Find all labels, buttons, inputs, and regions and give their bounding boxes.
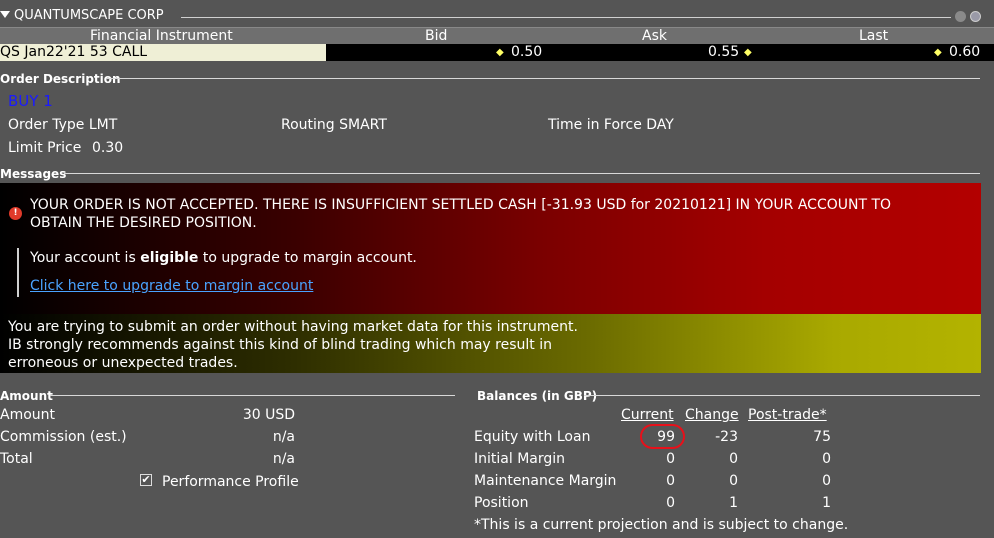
maintenance-margin-current: 0 [666, 473, 675, 489]
bid-tick-icon: ◆ [496, 47, 504, 58]
error-text-line1: YOUR ORDER IS NOT ACCEPTED. THERE IS INS… [30, 197, 892, 213]
amount-header: Amount [0, 389, 53, 403]
close-icon[interactable] [970, 11, 981, 22]
initial-margin-current: 0 [666, 451, 675, 467]
position-current: 0 [666, 495, 675, 511]
limit-price-label: Limit Price [8, 140, 82, 156]
time-in-force: Time in Force DAY [548, 117, 674, 133]
amount-label: Amount [0, 407, 56, 423]
routing: Routing SMART [281, 117, 387, 133]
error-icon: ! [9, 207, 22, 220]
position-change: 1 [729, 495, 738, 511]
upgrade-margin-link[interactable]: Click here to upgrade to margin account [30, 278, 313, 294]
ask-tick-icon: ◆ [744, 47, 752, 58]
settings-icon[interactable] [955, 11, 966, 22]
window-titlebar: QUANTUMSCAPE CORP [0, 7, 994, 27]
order-action: BUY 1 [8, 92, 53, 110]
column-header-bid: Bid [425, 28, 448, 44]
balances-divider [584, 395, 980, 396]
window-title: QUANTUMSCAPE CORP [14, 8, 164, 23]
commission-label: Commission (est.) [0, 429, 127, 445]
eligible-text: Your account is eligible to upgrade to m… [30, 250, 417, 266]
instrument-row[interactable]: QS Jan22'21 53 CALL ◆ 0.50 0.55 ◆ ◆ 0.60 [0, 44, 994, 61]
last-tick-icon: ◆ [934, 47, 942, 58]
balances-footnote: *This is a current projection and is sub… [474, 517, 849, 533]
eligible-bold: eligible [140, 250, 199, 266]
equity-post: 75 [813, 429, 831, 445]
title-divider [181, 17, 951, 18]
balances-column-change[interactable]: Change [685, 407, 739, 423]
instrument-table-header: Financial Instrument Bid Ask Last [0, 27, 994, 44]
highlight-circle [640, 424, 685, 449]
warning-text-line2: IB strongly recommends against this kind… [8, 337, 552, 353]
balances-header: Balances (in GBP) [477, 389, 598, 403]
initial-margin-post: 0 [822, 451, 831, 467]
maintenance-margin-post: 0 [822, 473, 831, 489]
order-type: Order Type LMT [8, 117, 118, 133]
messages-divider [64, 173, 980, 174]
performance-profile-checkbox[interactable]: ✔ [140, 474, 152, 486]
amount-divider [50, 395, 455, 396]
warning-text-line3: erroneous or unexpected trades. [8, 355, 238, 371]
balances-column-post-trade[interactable]: Post-trade* [748, 407, 827, 423]
column-header-last: Last [859, 28, 889, 44]
equity-with-loan-label: Equity with Loan [474, 429, 591, 445]
ask-value: 0.55 [708, 44, 740, 60]
maintenance-margin-label: Maintenance Margin [474, 473, 617, 489]
last-value: 0.60 [949, 44, 981, 60]
equity-change: -23 [715, 429, 738, 445]
warning-text-line1: You are trying to submit an order withou… [8, 319, 578, 335]
instrument-name: QS Jan22'21 53 CALL [0, 44, 148, 60]
eligible-prefix: Your account is [30, 250, 141, 266]
limit-price-value: 0.30 [92, 140, 124, 156]
initial-margin-change: 0 [729, 451, 738, 467]
amount-value: 30 USD [242, 407, 295, 423]
quote-bar [17, 248, 19, 297]
eligible-suffix: to upgrade to margin account. [198, 250, 417, 266]
error-text-line2: OBTAIN THE DESIRED POSITION. [30, 215, 257, 231]
balances-column-current[interactable]: Current [621, 407, 674, 423]
position-label: Position [474, 495, 529, 511]
collapse-arrow-icon[interactable] [0, 11, 10, 18]
column-header-ask: Ask [642, 28, 667, 44]
order-description-divider [106, 78, 980, 79]
total-label: Total [0, 451, 33, 467]
messages-header: Messages [0, 167, 67, 181]
column-header-instrument: Financial Instrument [90, 28, 233, 44]
maintenance-margin-change: 0 [729, 473, 738, 489]
performance-profile-label: Performance Profile [162, 474, 299, 490]
commission-value: n/a [272, 429, 295, 445]
position-post: 1 [822, 495, 831, 511]
initial-margin-label: Initial Margin [474, 451, 566, 467]
instrument-cell[interactable]: QS Jan22'21 53 CALL [0, 44, 326, 61]
bid-value: 0.50 [511, 44, 543, 60]
total-value: n/a [272, 451, 295, 467]
order-description-header: Order Description [0, 72, 121, 86]
